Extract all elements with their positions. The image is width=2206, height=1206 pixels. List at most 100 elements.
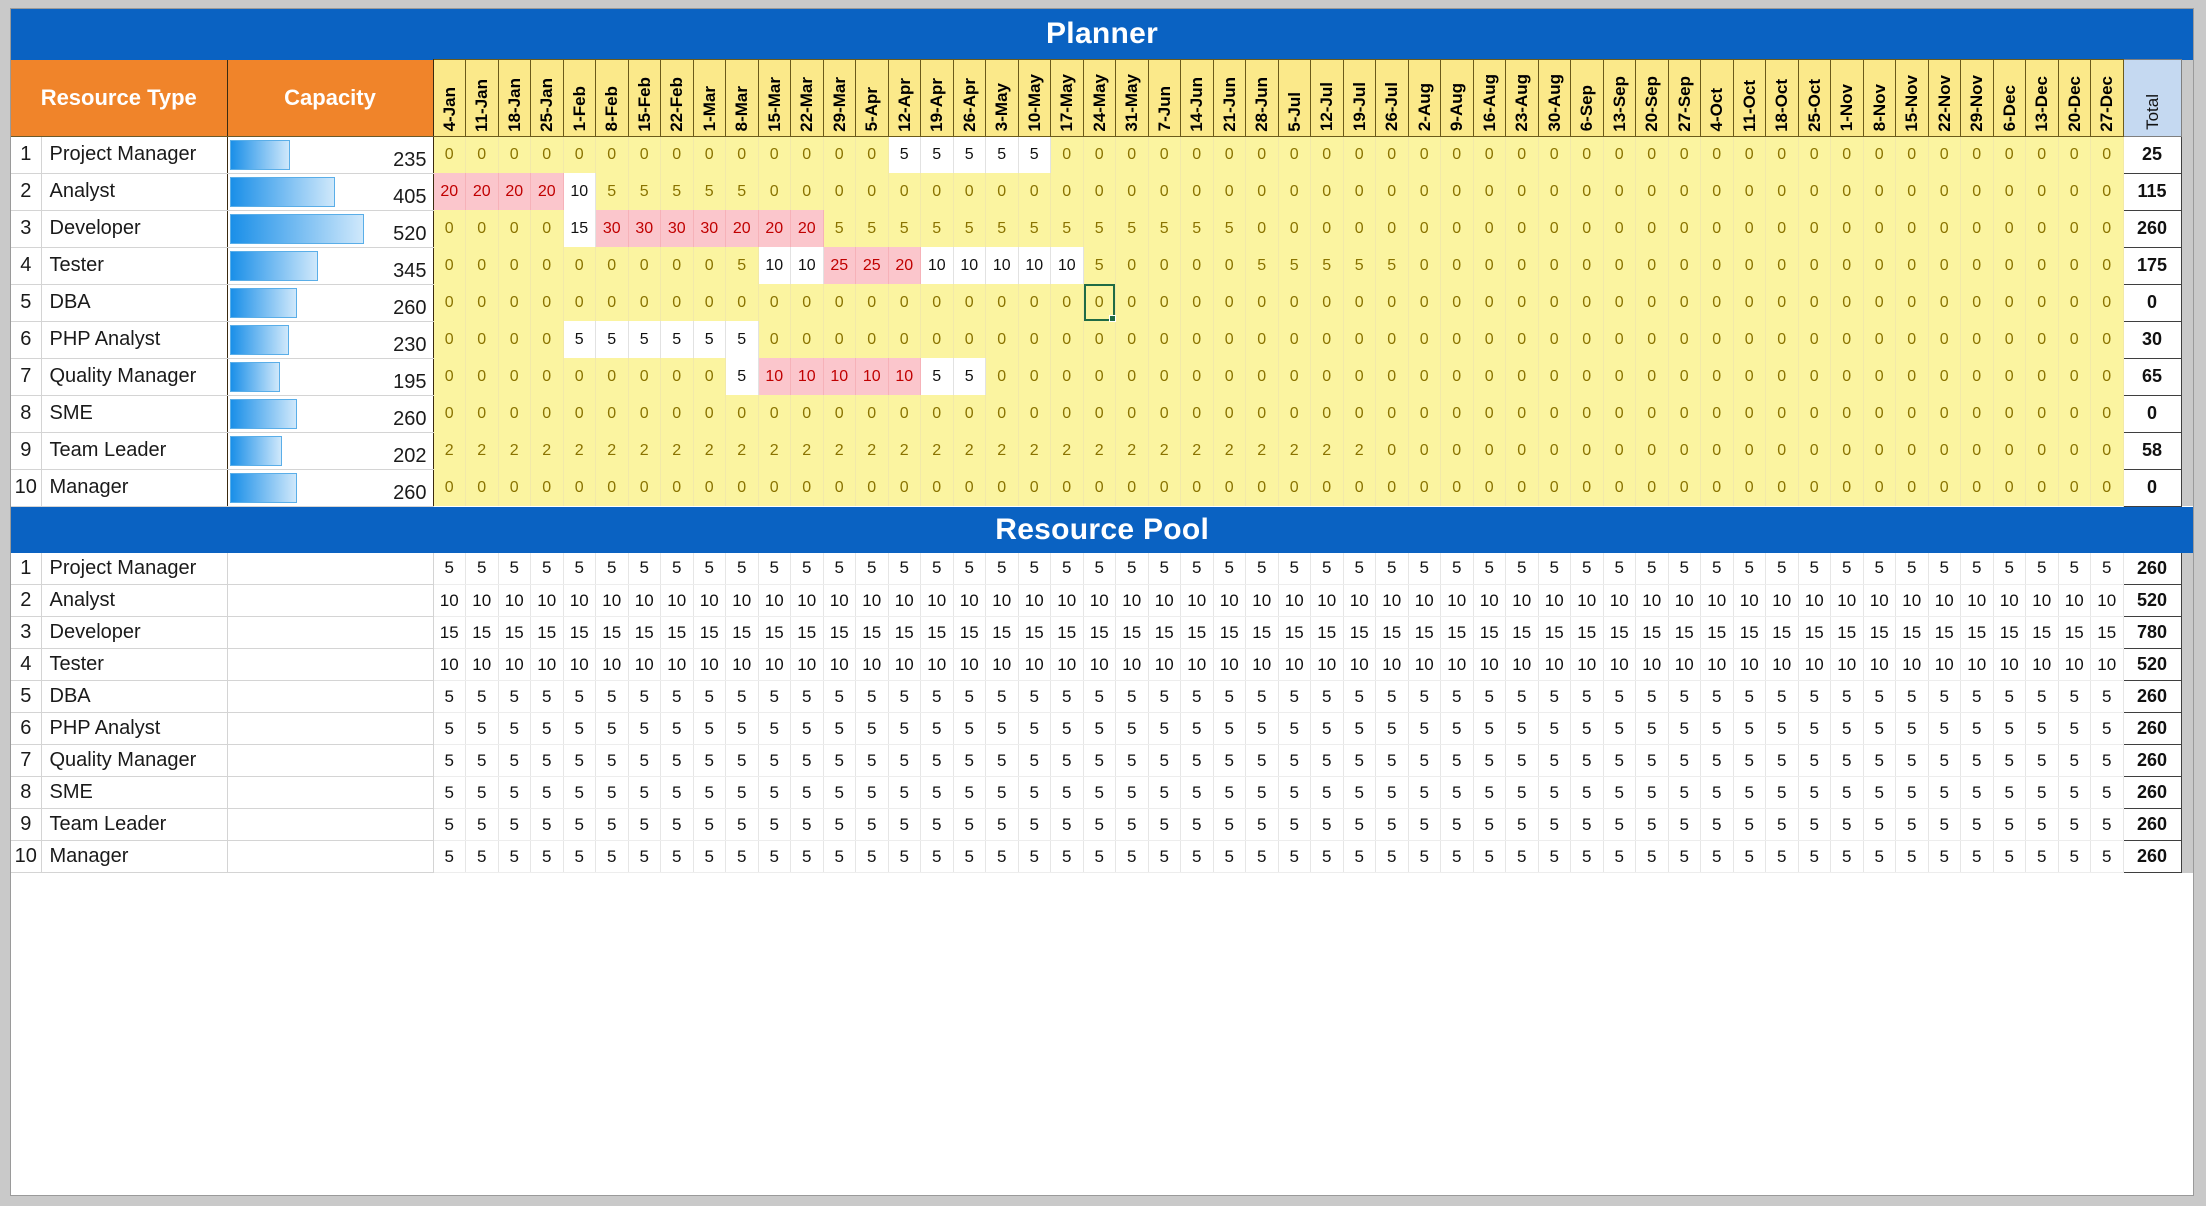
- planner-cell[interactable]: 0: [1245, 284, 1279, 321]
- planner-cell[interactable]: 0: [1408, 432, 1441, 469]
- resource-pool-cell[interactable]: 5: [1928, 712, 1961, 745]
- date-column-header[interactable]: 6-Sep: [1570, 59, 1604, 137]
- planner-cell[interactable]: 0: [1668, 136, 1701, 173]
- resource-pool-cell[interactable]: 15: [1310, 616, 1344, 649]
- date-column-header[interactable]: 9-Aug: [1440, 59, 1474, 137]
- resource-pool-cell[interactable]: 10: [1278, 584, 1311, 617]
- planner-cell[interactable]: 0: [1733, 395, 1766, 432]
- planner-cell[interactable]: 2: [628, 432, 661, 469]
- resource-pool-cell[interactable]: 5: [823, 744, 856, 777]
- planner-cell[interactable]: 0: [1765, 247, 1799, 284]
- planner-cell[interactable]: 5: [1083, 247, 1116, 284]
- resource-pool-cell[interactable]: 5: [920, 808, 954, 841]
- resource-pool-cell[interactable]: 10: [433, 648, 466, 681]
- resource-type-name[interactable]: Team Leader: [40, 432, 227, 470]
- resource-pool-cell[interactable]: 5: [1570, 680, 1604, 713]
- resource-pool-cell[interactable]: 15: [1375, 616, 1409, 649]
- resource-pool-cell[interactable]: 5: [1863, 744, 1896, 777]
- planner-cell[interactable]: 0: [628, 247, 661, 284]
- planner-cell[interactable]: 0: [1213, 247, 1246, 284]
- resource-pool-cell[interactable]: 5: [725, 776, 759, 809]
- planner-cell[interactable]: 0: [2025, 432, 2059, 469]
- resource-pool-cell[interactable]: 5: [1765, 808, 1799, 841]
- resource-pool-cell[interactable]: 5: [758, 744, 791, 777]
- planner-cell[interactable]: 0: [1440, 321, 1474, 358]
- planner-cell[interactable]: 2: [1343, 432, 1376, 469]
- planner-cell[interactable]: 0: [1180, 173, 1214, 210]
- planner-cell[interactable]: 10: [758, 358, 791, 395]
- planner-cell[interactable]: 0: [1960, 284, 1994, 321]
- fill-handle[interactable]: [1109, 315, 1116, 322]
- planner-cell[interactable]: 0: [1408, 321, 1441, 358]
- resource-pool-cell[interactable]: 5: [563, 840, 596, 873]
- resource-pool-cell[interactable]: 5: [1115, 680, 1149, 713]
- planner-cell[interactable]: 0: [1765, 173, 1799, 210]
- resource-pool-cell[interactable]: 5: [1408, 776, 1441, 809]
- resource-pool-cell[interactable]: 5: [1635, 680, 1669, 713]
- planner-cell[interactable]: 0: [2025, 358, 2059, 395]
- planner-cell[interactable]: 0: [1310, 395, 1344, 432]
- date-column-header[interactable]: 15-Feb: [627, 59, 661, 137]
- resource-pool-cell[interactable]: 5: [1278, 776, 1311, 809]
- resource-pool-cell[interactable]: 5: [433, 840, 466, 873]
- planner-cell[interactable]: 5: [1310, 247, 1344, 284]
- planner-cell[interactable]: 0: [2058, 469, 2091, 506]
- planner-cell[interactable]: 0: [660, 358, 694, 395]
- date-column-header[interactable]: 21-Jun: [1212, 59, 1246, 137]
- capacity-cell[interactable]: 260: [226, 395, 434, 433]
- resource-pool-cell[interactable]: 15: [1895, 616, 1929, 649]
- planner-cell[interactable]: 0: [1115, 321, 1149, 358]
- resource-pool-cell[interactable]: 5: [1180, 808, 1214, 841]
- resource-pool-cell[interactable]: 5: [1830, 776, 1864, 809]
- date-column-header[interactable]: 12-Jul: [1310, 59, 1344, 137]
- resource-pool-cell[interactable]: 5: [2025, 776, 2059, 809]
- resource-pool-cell[interactable]: 5: [1960, 552, 1994, 585]
- planner-cell[interactable]: 0: [2058, 432, 2091, 469]
- planner-cell[interactable]: 0: [953, 284, 986, 321]
- planner-cell[interactable]: 0: [1765, 210, 1799, 247]
- planner-cell[interactable]: 0: [433, 284, 466, 321]
- planner-cell[interactable]: 30: [628, 210, 661, 247]
- resource-type-name[interactable]: Manager: [40, 469, 227, 507]
- planner-cell[interactable]: 2: [725, 432, 759, 469]
- planner-cell[interactable]: 0: [1733, 136, 1766, 173]
- planner-cell[interactable]: 0: [1603, 358, 1636, 395]
- planner-cell[interactable]: 0: [693, 136, 726, 173]
- planner-cell[interactable]: 0: [1993, 469, 2026, 506]
- planner-cell[interactable]: 0: [2058, 321, 2091, 358]
- resource-pool-cell[interactable]: 10: [1733, 584, 1766, 617]
- date-column-header[interactable]: 16-Aug: [1472, 59, 1506, 137]
- resource-pool-cell[interactable]: 5: [1375, 712, 1409, 745]
- planner-cell[interactable]: 0: [530, 358, 564, 395]
- planner-cell[interactable]: 2: [855, 432, 889, 469]
- planner-cell[interactable]: 0: [1148, 284, 1181, 321]
- planner-cell[interactable]: 0: [1960, 210, 1994, 247]
- resource-pool-cell[interactable]: 5: [1148, 680, 1181, 713]
- resource-type-name[interactable]: SME: [40, 395, 227, 433]
- date-column-header[interactable]: 24-May: [1082, 59, 1116, 137]
- planner-cell[interactable]: 0: [1245, 136, 1279, 173]
- date-column-header[interactable]: 2-Aug: [1407, 59, 1441, 137]
- date-column-header[interactable]: 27-Sep: [1667, 59, 1701, 137]
- resource-pool-cell[interactable]: 15: [1863, 616, 1896, 649]
- planner-cell[interactable]: 0: [1375, 284, 1409, 321]
- date-column-header[interactable]: 3-May: [985, 59, 1019, 137]
- planner-cell[interactable]: 0: [1928, 136, 1961, 173]
- planner-cell[interactable]: 0: [790, 321, 824, 358]
- planner-cell[interactable]: 0: [1440, 358, 1474, 395]
- resource-pool-cell[interactable]: 10: [1018, 648, 1051, 681]
- resource-pool-cell[interactable]: 10: [1635, 648, 1669, 681]
- resource-pool-cell[interactable]: 5: [1050, 744, 1084, 777]
- planner-cell[interactable]: 0: [1505, 321, 1539, 358]
- resource-pool-cell[interactable]: 5: [595, 776, 629, 809]
- planner-cell[interactable]: 0: [1798, 321, 1831, 358]
- planner-cell[interactable]: 0: [1213, 136, 1246, 173]
- planner-cell[interactable]: 0: [1570, 395, 1604, 432]
- planner-cell[interactable]: 0: [1993, 358, 2026, 395]
- resource-pool-cell[interactable]: 5: [888, 808, 921, 841]
- planner-cell[interactable]: 0: [1603, 247, 1636, 284]
- planner-cell[interactable]: 0: [1993, 136, 2026, 173]
- date-column-header[interactable]: 8-Nov: [1862, 59, 1896, 137]
- resource-pool-cell[interactable]: 5: [855, 808, 889, 841]
- planner-cell[interactable]: 0: [1668, 247, 1701, 284]
